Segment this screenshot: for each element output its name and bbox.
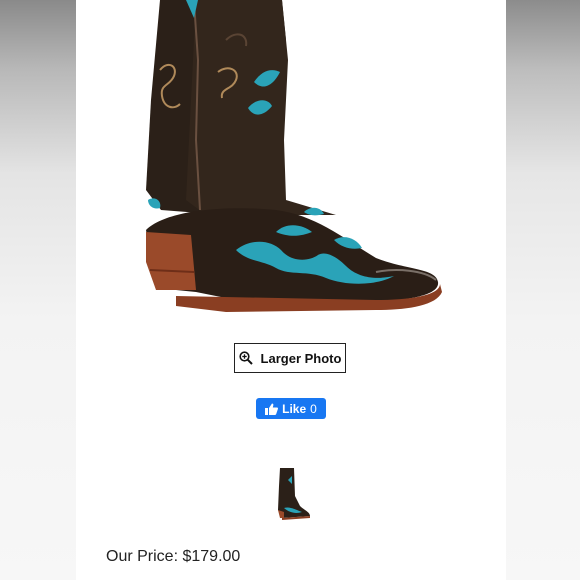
left-blurred-margin [0, 0, 76, 580]
facebook-like-button[interactable]: Like 0 [256, 398, 326, 419]
price-value: $179.00 [182, 548, 241, 565]
like-label: Like [282, 401, 307, 416]
boot-thumbnail[interactable] [270, 466, 312, 522]
boot-main-photo [146, 0, 442, 312]
product-panel: Larger Photo Like 0 Our Price: $179.00 [76, 0, 506, 580]
thumbs-up-icon [265, 403, 279, 415]
magnifier-plus-icon [238, 351, 253, 365]
right-blurred-margin [506, 0, 580, 580]
price-row: Our Price: $179.00 [106, 548, 240, 566]
larger-photo-button[interactable]: Larger Photo [234, 343, 346, 373]
larger-photo-label: Larger Photo [260, 350, 342, 366]
like-count: 0 [310, 401, 317, 416]
price-label: Our Price: [106, 548, 179, 565]
